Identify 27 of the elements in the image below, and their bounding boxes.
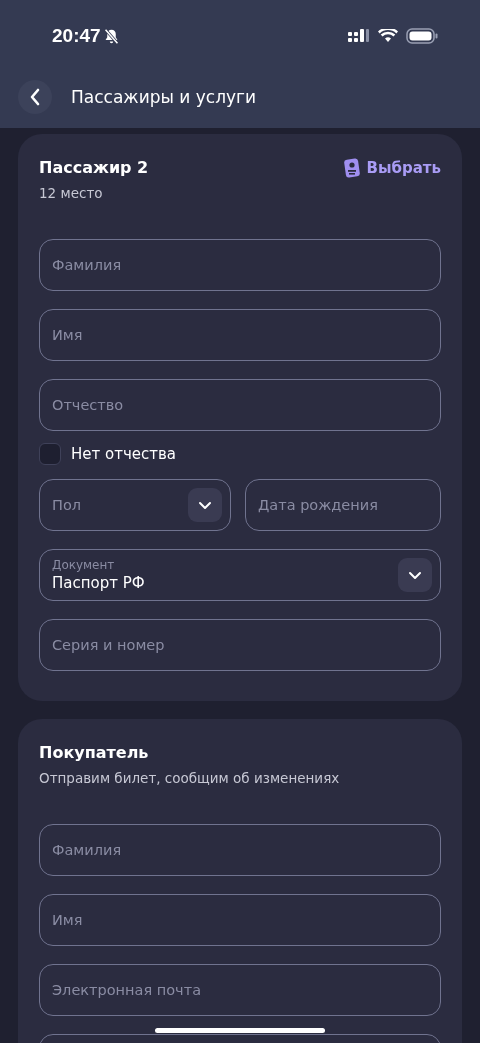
page-title: Пассажиры и услуги <box>71 87 257 107</box>
back-icon <box>28 88 42 106</box>
signal-icon <box>348 29 370 43</box>
checkbox-label: Нет отчества <box>71 445 177 463</box>
chevron-down-icon <box>188 488 222 522</box>
input-field[interactable]: Серия и номер <box>39 619 441 671</box>
input-field[interactable]: Электронная почта <box>39 964 441 1016</box>
card-title: Пассажир 2 <box>39 158 149 177</box>
input-field[interactable]: Имя <box>39 309 441 361</box>
battery-icon <box>406 28 438 44</box>
input-field[interactable]: Отчество <box>39 379 441 431</box>
status-time: 20:47 <box>52 25 101 47</box>
input-field[interactable]: Фамилия <box>39 239 441 291</box>
id-card-icon <box>344 158 361 178</box>
checkbox[interactable] <box>39 443 61 465</box>
card-title: Покупатель <box>39 743 150 762</box>
input-field[interactable]: Дата рождения <box>245 479 441 531</box>
input-field[interactable]: Фамилия <box>39 824 441 876</box>
card-subtitle: Отправим билет, сообщим об изменениях <box>39 770 340 786</box>
choose-button[interactable]: Выбрать <box>344 158 441 178</box>
select-field[interactable]: Документ Паспорт РФ <box>39 549 441 601</box>
chevron-down-icon <box>398 558 432 592</box>
card-subtitle: 12 место <box>39 185 104 201</box>
select-field[interactable]: Пол <box>39 479 231 531</box>
wifi-icon <box>378 29 398 43</box>
back-button[interactable] <box>18 80 52 114</box>
input-field[interactable]: Имя <box>39 894 441 946</box>
